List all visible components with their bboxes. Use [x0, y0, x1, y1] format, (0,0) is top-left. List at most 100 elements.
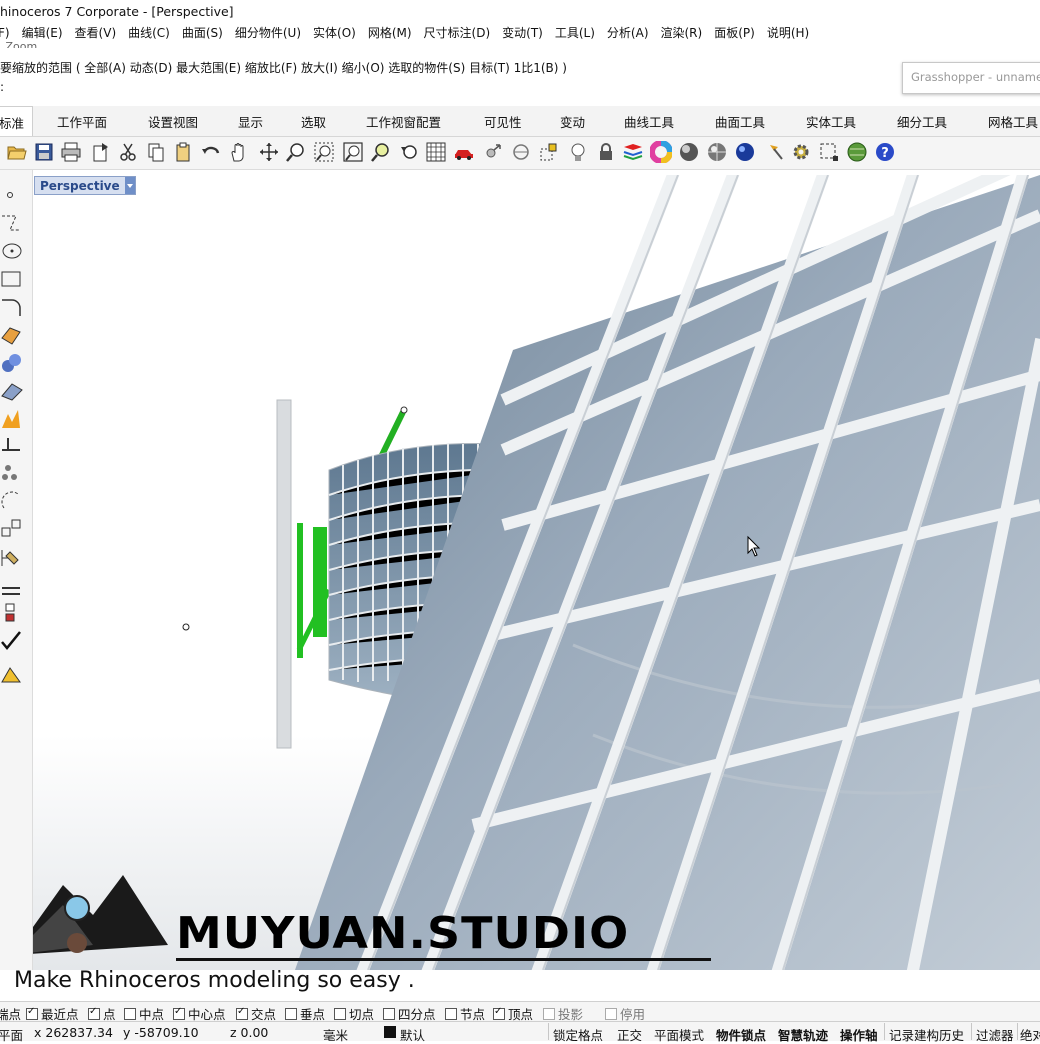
settings-gear-icon[interactable] [790, 141, 812, 163]
perspective-viewport[interactable] [33, 175, 1040, 970]
menu-subd[interactable]: 细分物件(U) [235, 24, 301, 42]
menu-curve[interactable]: 曲线(C) [128, 24, 170, 42]
status-cplane[interactable]: 平面 [0, 1025, 23, 1044]
cut-icon[interactable] [117, 141, 139, 163]
viewport-menu-arrow-icon[interactable] [124, 177, 135, 194]
pan-hand-icon[interactable] [228, 141, 250, 163]
checkbox[interactable] [236, 1006, 248, 1020]
color-wheel-icon[interactable] [650, 141, 672, 163]
open-folder-icon[interactable] [6, 141, 28, 163]
tab-curve-tools[interactable]: 曲线工具 [624, 112, 674, 131]
shaded-sphere-icon[interactable] [678, 141, 700, 163]
zoom-dynamic-icon[interactable] [285, 141, 307, 163]
tab-subd-tools[interactable]: 细分工具 [897, 112, 947, 131]
polyline-icon[interactable] [0, 212, 24, 234]
array-icon[interactable] [0, 462, 24, 484]
checkbox[interactable] [445, 1007, 457, 1020]
grasshopper-window[interactable]: Grasshopper - unnamed [902, 62, 1040, 94]
render-car-icon[interactable] [453, 141, 475, 163]
check-icon[interactable] [0, 630, 24, 652]
rectangle-icon[interactable] [0, 268, 24, 290]
status-smarttrack[interactable]: 智慧轨迹 [778, 1025, 828, 1044]
tab-select[interactable]: 选取 [301, 112, 326, 131]
copy-icon[interactable] [145, 141, 167, 163]
checkbox[interactable] [124, 1007, 136, 1020]
status-filter[interactable]: 过滤器 [976, 1025, 1014, 1044]
transform-icon[interactable] [0, 518, 24, 540]
tab-viewport-layout[interactable]: 工作视窗配置 [366, 112, 441, 131]
status-planar[interactable]: 平面模式 [654, 1025, 704, 1044]
checkbox[interactable] [334, 1007, 346, 1020]
four-viewports-icon[interactable] [425, 141, 447, 163]
checkbox[interactable] [543, 1007, 555, 1020]
menu-help[interactable]: 说明(H) [767, 24, 809, 42]
tab-solid-tools[interactable]: 实体工具 [806, 112, 856, 131]
point-icon[interactable] [0, 184, 24, 206]
tab-cplanes[interactable]: 工作平面 [57, 112, 107, 131]
viewport-title[interactable]: Perspective [34, 176, 136, 195]
rendered-sphere-icon[interactable] [706, 141, 728, 163]
dimension-ruler-icon[interactable] [0, 546, 24, 568]
render-icon[interactable] [0, 664, 24, 686]
tab-display[interactable]: 显示 [238, 112, 263, 131]
surface-icon[interactable] [0, 324, 24, 346]
tab-mesh-tools[interactable]: 网格工具 [988, 112, 1038, 131]
menu-solid[interactable]: 实体(O) [313, 24, 356, 42]
arc-icon[interactable] [0, 296, 24, 318]
tab-surface-tools[interactable]: 曲面工具 [715, 112, 765, 131]
zoom-selected-icon[interactable] [370, 141, 392, 163]
checkbox[interactable] [605, 1007, 617, 1020]
align-icon[interactable] [0, 578, 24, 600]
dimension-icon[interactable] [0, 434, 24, 456]
paste-icon[interactable] [172, 141, 194, 163]
status-osnap[interactable]: 物件锁点 [716, 1025, 766, 1044]
zoom-window-icon[interactable] [313, 141, 335, 163]
status-layer[interactable]: 默认 [400, 1025, 425, 1044]
circle-icon[interactable] [0, 240, 24, 262]
globe-icon[interactable] [846, 141, 868, 163]
command-input[interactable]: : [0, 80, 4, 94]
tab-set-view[interactable]: 设置视图 [148, 112, 198, 131]
tab-visibility[interactable]: 可见性 [484, 112, 522, 131]
menu-render[interactable]: 渲染(R) [661, 24, 703, 42]
rotate-view-icon[interactable] [258, 141, 280, 163]
zoom-extents-icon[interactable] [342, 141, 364, 163]
print-icon[interactable] [60, 141, 82, 163]
explode-icon[interactable] [0, 408, 24, 430]
layers-icon[interactable] [622, 141, 644, 163]
rotate-cplane-icon[interactable] [510, 141, 532, 163]
status-history[interactable]: 记录建构历史 [889, 1025, 964, 1044]
checkbox[interactable] [173, 1006, 185, 1020]
material-sphere-icon[interactable] [734, 141, 756, 163]
command-prompt[interactable]: 要缩放的范围 ( 全部(A) 动态(D) 最大范围(E) 缩放比(F) 放大(I… [0, 59, 567, 76]
light-bulb-icon[interactable] [567, 141, 589, 163]
menu-mesh[interactable]: 网格(M) [368, 24, 412, 42]
checkbox[interactable] [493, 1006, 505, 1020]
group-icon[interactable] [0, 602, 24, 624]
checkbox[interactable] [285, 1007, 297, 1020]
rotate-icon[interactable] [0, 490, 24, 512]
menu-view[interactable]: 查看(V) [75, 24, 117, 42]
cage-edit-icon[interactable] [818, 141, 840, 163]
save-icon[interactable] [33, 141, 55, 163]
status-gumball[interactable]: 操作轴 [840, 1025, 878, 1044]
menu-panels[interactable]: 面板(P) [714, 24, 755, 42]
menu-dimension[interactable]: 尺寸标注(D) [424, 24, 491, 42]
menu-transform[interactable]: 变动(T) [502, 24, 543, 42]
select-points-icon[interactable] [538, 141, 560, 163]
lock-icon[interactable] [595, 141, 617, 163]
solid-icon[interactable] [0, 352, 24, 374]
help-icon[interactable]: ? [874, 141, 896, 163]
menu-analyze[interactable]: 分析(A) [607, 24, 649, 42]
options-pen-icon[interactable] [766, 141, 788, 163]
status-ortho[interactable]: 正交 [617, 1025, 642, 1044]
checkbox[interactable] [88, 1006, 100, 1020]
status-abs[interactable]: 绝对 [1020, 1025, 1040, 1044]
menu-surface[interactable]: 曲面(S) [182, 24, 223, 42]
menu-tools[interactable]: 工具(L) [555, 24, 595, 42]
tab-transform[interactable]: 变动 [560, 112, 585, 131]
mesh-icon[interactable] [0, 380, 24, 402]
checkbox[interactable] [26, 1006, 38, 1020]
checkbox[interactable] [383, 1007, 395, 1020]
move-cplane-icon[interactable] [482, 141, 504, 163]
